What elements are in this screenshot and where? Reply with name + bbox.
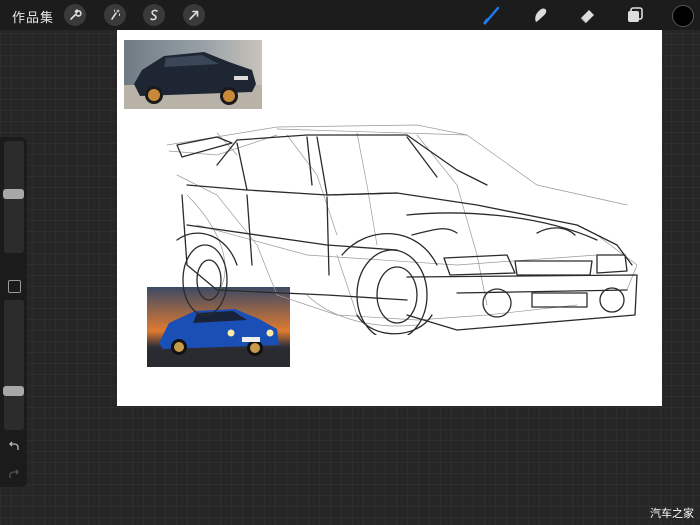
brush-size-thumb[interactable] [3,188,24,199]
layers-icon[interactable] [623,4,647,26]
opacity-thumb[interactable] [3,386,24,397]
brush-icon[interactable] [480,4,504,26]
opacity-slider[interactable] [4,300,24,430]
transform-arrow-icon[interactable] [183,4,205,26]
redo-icon[interactable] [6,467,22,481]
car-sketch [166,124,638,335]
eraser-icon[interactable] [576,4,600,26]
smudge-icon[interactable] [528,4,552,26]
magic-wand-icon[interactable] [104,4,126,26]
sidebar-panel [0,137,27,487]
selection-icon[interactable] [143,4,165,26]
modify-button[interactable] [8,280,21,293]
drawing-canvas[interactable] [117,30,662,406]
gallery-button[interactable]: 作品集 [12,7,54,26]
wrench-icon[interactable] [64,4,86,26]
top-toolbar: 作品集 [0,0,700,30]
watermark: 汽车之家 [650,507,694,520]
reference-photo-model-car[interactable] [124,40,262,109]
undo-icon[interactable] [6,439,22,453]
color-picker[interactable] [672,5,694,27]
